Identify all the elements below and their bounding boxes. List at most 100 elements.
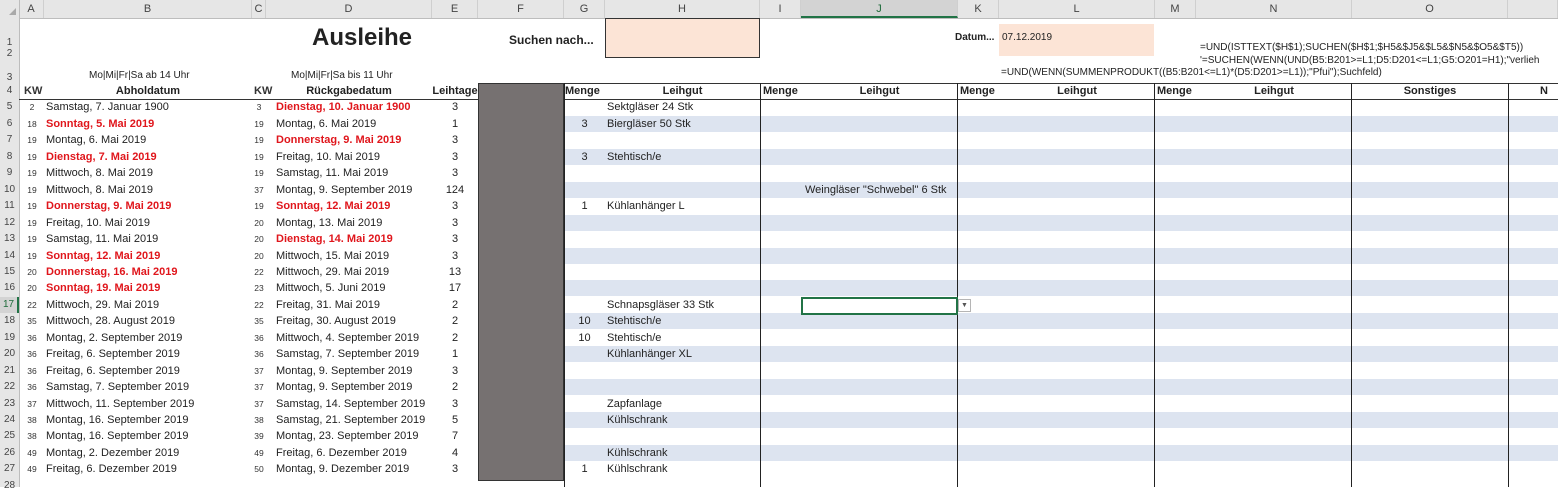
column-header-e[interactable]: E <box>432 0 478 18</box>
row-header-11[interactable]: 11 <box>0 198 19 214</box>
pickup-date-cell: Sonntag, 12. Mai 2019 <box>46 249 161 262</box>
column-header-j[interactable]: J <box>801 0 958 18</box>
kw-return-cell: 49 <box>254 447 264 458</box>
selected-cell-j17[interactable] <box>801 297 958 315</box>
row-header-13[interactable]: 13 <box>0 231 19 247</box>
row-band <box>564 313 1558 330</box>
row-header-1[interactable]: 1 <box>0 18 19 48</box>
header-menge3: Menge <box>960 85 995 97</box>
row-header-3[interactable]: 3 <box>0 56 19 83</box>
row-header-6[interactable]: 6 <box>0 116 19 132</box>
column-header-f[interactable]: F <box>478 0 564 18</box>
kw-return-cell: 37 <box>254 398 264 409</box>
header-row-border <box>19 99 1558 101</box>
return-date-cell: Dienstag, 14. Mai 2019 <box>276 233 393 246</box>
pickup-date-cell: Samstag, 11. Mai 2019 <box>46 233 159 246</box>
row-band <box>564 115 1558 132</box>
loan-days-cell: 3 <box>451 134 459 147</box>
header-menge2: Menge <box>763 85 798 97</box>
return-date-cell: Freitag, 6. Dezember 2019 <box>276 446 407 459</box>
section-divider <box>564 83 565 487</box>
kw-pickup-cell: 18 <box>27 118 37 129</box>
pickup-date-cell: Donnerstag, 9. Mai 2019 <box>46 200 172 213</box>
header-menge4: Menge <box>1157 85 1192 97</box>
pickup-date-cell: Mittwoch, 8. Mai 2019 <box>46 167 153 180</box>
item-cell: Stehtisch/e <box>607 150 662 163</box>
row-header-12[interactable]: 12 <box>0 215 19 231</box>
date-label: Datum... <box>955 32 995 43</box>
row-header-22[interactable]: 22 <box>0 379 19 395</box>
item-cell: Kühlanhänger XL <box>607 348 693 361</box>
select-all-corner-icon[interactable] <box>0 0 20 18</box>
column-header-p[interactable] <box>1508 0 1558 18</box>
pickup-hours-note: Mo|Mi|Fr|Sa ab 14 Uhr <box>89 70 190 81</box>
kw-return-cell: 20 <box>254 234 264 245</box>
row-header-26[interactable]: 26 <box>0 445 19 461</box>
loan-days-cell: 1 <box>451 117 459 130</box>
row-band <box>564 280 1558 297</box>
column-header-k[interactable]: K <box>958 0 999 18</box>
date-field[interactable]: 07.12.2019 <box>999 24 1154 56</box>
column-header-l[interactable]: L <box>999 0 1155 18</box>
row-header-27[interactable]: 27 <box>0 461 19 477</box>
column-header-a[interactable]: A <box>19 0 44 18</box>
quantity-cell: 10 <box>578 331 591 344</box>
row-header-20[interactable]: 20 <box>0 346 19 362</box>
row-header-18[interactable]: 18 <box>0 313 19 329</box>
kw-pickup-cell: 19 <box>27 151 37 162</box>
pickup-date-cell: Sonntag, 19. Mai 2019 <box>46 282 161 295</box>
return-date-cell: Mittwoch, 4. September 2019 <box>276 331 420 344</box>
row-header-24[interactable]: 24 <box>0 412 19 428</box>
header-kw1: KW <box>24 85 43 97</box>
row-header-10[interactable]: 10 <box>0 182 19 198</box>
dropdown-arrow-icon[interactable]: ▼ <box>958 299 971 312</box>
loan-days-cell: 2 <box>451 298 459 311</box>
row-header-21[interactable]: 21 <box>0 363 19 379</box>
row-header-9[interactable]: 9 <box>0 165 19 181</box>
column-header-b[interactable]: B <box>44 0 252 18</box>
row-band <box>564 214 1558 231</box>
row-header-14[interactable]: 14 <box>0 248 19 264</box>
loan-days-cell: 1 <box>451 348 459 361</box>
row-header-23[interactable]: 23 <box>0 396 19 412</box>
pickup-date-cell: Montag, 2. September 2019 <box>46 331 183 344</box>
item-cell: Sektgläser 24 Stk <box>607 101 694 114</box>
column-f-gray-block <box>478 83 564 481</box>
search-input[interactable] <box>605 18 760 58</box>
column-header-m[interactable]: M <box>1155 0 1196 18</box>
row-header-16[interactable]: 16 <box>0 280 19 296</box>
column-header-d[interactable]: D <box>266 0 432 18</box>
quantity-cell: 1 <box>581 463 588 476</box>
kw-return-cell: 20 <box>254 250 264 261</box>
kw-pickup-cell: 36 <box>27 365 37 376</box>
quantity-cell: 3 <box>581 150 588 163</box>
row-header-5[interactable]: 5 <box>0 99 19 115</box>
return-date-cell: Donnerstag, 9. Mai 2019 <box>276 134 402 147</box>
pickup-date-cell: Montag, 16. September 2019 <box>46 430 189 443</box>
row-header-25[interactable]: 25 <box>0 428 19 444</box>
row-header-2[interactable]: 2 <box>0 48 19 59</box>
loan-days-cell: 3 <box>451 397 459 410</box>
column-header-o[interactable]: O <box>1352 0 1508 18</box>
kw-return-cell: 36 <box>254 349 264 360</box>
row-header-17[interactable]: 17 <box>0 296 19 314</box>
column-header-c[interactable]: C <box>252 0 266 18</box>
row-header-19[interactable]: 19 <box>0 330 19 346</box>
sheet-title: Ausleihe <box>312 24 413 51</box>
column-header-h[interactable]: H <box>605 0 760 18</box>
column-header-n[interactable]: N <box>1196 0 1352 18</box>
row-header-28[interactable]: 28 <box>0 478 19 494</box>
column-header-i[interactable]: I <box>760 0 801 18</box>
row-header-7[interactable]: 7 <box>0 132 19 148</box>
row-band <box>564 444 1558 461</box>
row-header-8[interactable]: 8 <box>0 149 19 165</box>
kw-pickup-cell: 38 <box>27 431 37 442</box>
return-date-cell: Freitag, 31. Mai 2019 <box>276 298 380 311</box>
column-header-g[interactable]: G <box>564 0 605 18</box>
kw-return-cell: 19 <box>254 118 264 129</box>
pickup-date-cell: Montag, 2. Dezember 2019 <box>46 446 180 459</box>
row-header-4[interactable]: 4 <box>0 83 19 99</box>
row-header-15[interactable]: 15 <box>0 264 19 280</box>
row-band <box>564 148 1558 165</box>
kw-return-cell: 37 <box>254 184 264 195</box>
